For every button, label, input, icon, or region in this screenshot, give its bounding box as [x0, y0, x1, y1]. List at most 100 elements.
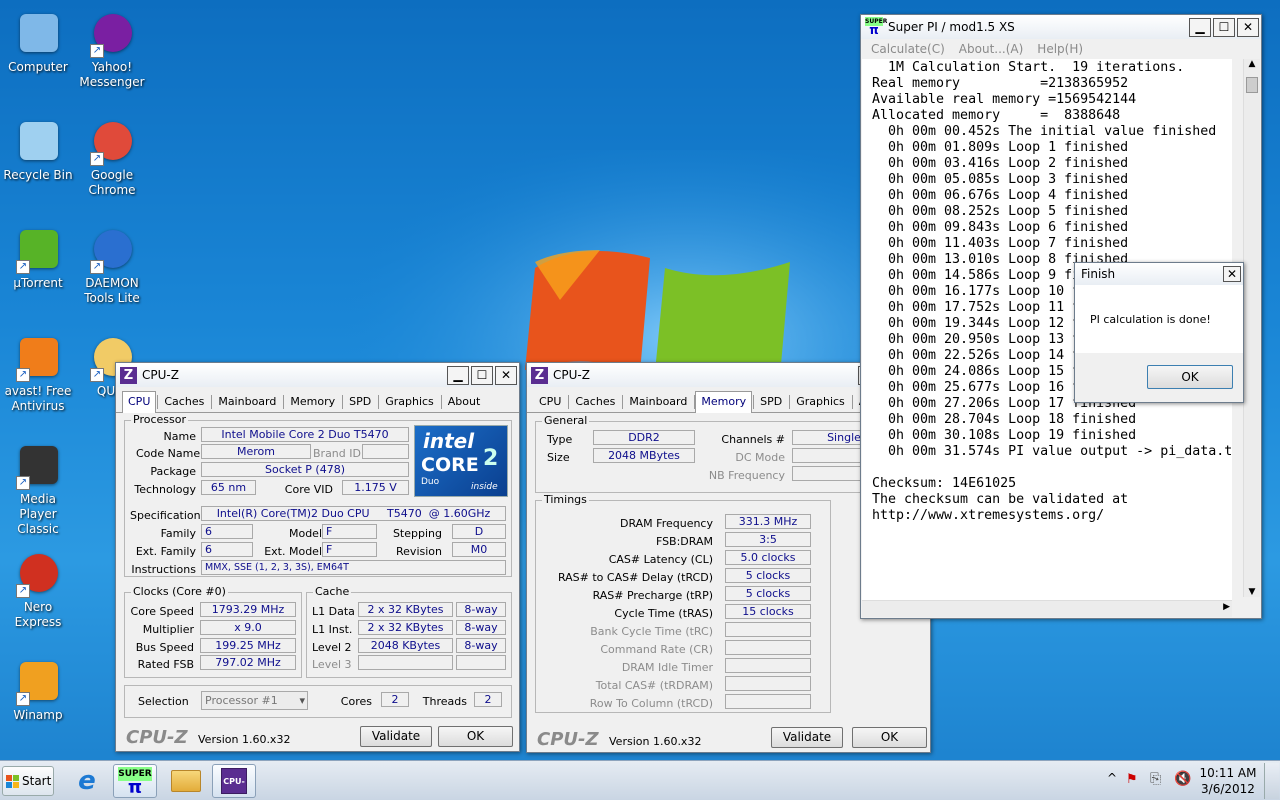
shortcut-arrow-icon: ↗ [16, 260, 30, 274]
desktop-shortcut-label: avast! Free Antivirus [4, 384, 72, 413]
desktop-shortcut[interactable]: ↗ avast! Free Antivirus [0, 334, 76, 414]
timing-label: DRAM Idle Timer [621, 661, 713, 674]
minimize-button[interactable]: ▁ [1189, 17, 1211, 37]
tray-overflow-icon[interactable]: ^ [1107, 771, 1117, 785]
action-center-icon[interactable]: ⎘ [1150, 771, 1161, 787]
console-line: 0h 00m 01.809s Loop 1 finished [872, 140, 1129, 155]
menu-item[interactable]: Calculate(C) [871, 39, 945, 59]
desktop-shortcut[interactable]: Computer [0, 10, 76, 75]
timing-value: 5 clocks [725, 568, 811, 583]
close-button[interactable]: ✕ [1223, 266, 1241, 282]
shortcut-arrow-icon: ↗ [90, 260, 104, 274]
close-button[interactable]: ✕ [1237, 17, 1259, 37]
timing-value [725, 676, 811, 691]
timing-value [725, 622, 811, 637]
scroll-right-icon[interactable]: ▶ [1223, 602, 1230, 612]
desktop-shortcut[interactable]: Recycle Bin [0, 118, 76, 183]
l2-label: Level 2 [312, 641, 352, 654]
group-label: Clocks (Core #0) [131, 585, 228, 598]
tab-about[interactable]: About [442, 391, 487, 412]
horizontal-scrollbar[interactable]: ▶ [862, 600, 1232, 617]
tab-spd[interactable]: SPD [754, 391, 788, 412]
desktop-shortcut[interactable]: ↗ µTorrent [0, 226, 76, 291]
tab-cpu[interactable]: CPU [533, 391, 567, 412]
desktop-shortcut[interactable]: ↗ DAEMON Tools Lite [74, 226, 150, 306]
desktop-shortcut-label: Winamp [13, 708, 63, 722]
desktop-shortcut[interactable]: ↗ Media Player Classic [0, 442, 76, 537]
l1i-assoc: 8-way [456, 620, 506, 635]
window-title: Super PI / mod1.5 XS [888, 20, 1015, 34]
shortcut-arrow-icon: ↗ [90, 152, 104, 166]
desktop-shortcut[interactable]: ↗ Nero Express [0, 550, 76, 630]
validate-button[interactable]: Validate [771, 727, 843, 748]
tab-caches[interactable]: Caches [569, 391, 621, 412]
start-label: Start [22, 774, 52, 788]
start-button[interactable]: Start [2, 766, 54, 796]
ok-button[interactable]: OK [1147, 365, 1233, 389]
tab-memory[interactable]: Memory [284, 391, 341, 412]
finish-titlebar[interactable]: Finish ✕ [1075, 263, 1243, 285]
tab-mainboard[interactable]: Mainboard [212, 391, 282, 412]
ok-button[interactable]: OK [438, 726, 513, 747]
maximize-button[interactable]: ☐ [471, 365, 493, 385]
window-title: CPU-Z [142, 368, 179, 382]
taskbar-file-explorer[interactable] [164, 764, 208, 798]
desktop-shortcut[interactable]: ↗ Yahoo! Messenger [74, 10, 150, 90]
group-label: Timings [542, 493, 589, 506]
tab-graphics[interactable]: Graphics [790, 391, 851, 412]
minimize-button[interactable]: ▁ [447, 365, 469, 385]
menu-item[interactable]: Help(H) [1037, 39, 1083, 59]
finish-dialog[interactable]: Finish ✕ PI calculation is done! OK [1074, 262, 1244, 403]
scroll-down-icon[interactable]: ▼ [1244, 587, 1260, 597]
shortcut-arrow-icon: ↗ [16, 584, 30, 598]
intel-core2-duo-logo: intel CORE 2 Duo inside [414, 425, 508, 497]
scroll-thumb[interactable] [1246, 77, 1258, 93]
menu-item[interactable]: About...(A) [959, 39, 1024, 59]
volume-muted-icon[interactable]: 🔇 [1174, 771, 1191, 787]
console-line: 0h 00m 28.704s Loop 18 finished [872, 412, 1137, 427]
validate-button[interactable]: Validate [360, 726, 432, 747]
cpuz-titlebar[interactable]: Z CPU-Z ▁ ☐ ✕ [116, 363, 519, 387]
superpi-titlebar[interactable]: SUPER π Super PI / mod1.5 XS ▁ ☐ ✕ [861, 15, 1261, 39]
size-label: Size [547, 451, 570, 464]
tab-mainboard[interactable]: Mainboard [623, 391, 693, 412]
timing-label: Bank Cycle Time (tRC) [590, 625, 713, 638]
timing-value: 331.3 MHz [725, 514, 811, 529]
cores-value: 2 [381, 692, 409, 707]
timing-label: FSB:DRAM [655, 535, 713, 548]
taskbar-superpi[interactable]: SUPER π [113, 764, 157, 798]
processor-select[interactable]: Processor #1 ▾ [201, 691, 308, 710]
l3-value [358, 655, 453, 670]
maximize-button[interactable]: ☐ [1213, 17, 1235, 37]
desktop-shortcut-label: Recycle Bin [3, 168, 73, 182]
memory-type-value: DDR2 [593, 430, 695, 445]
multiplier-value: x 9.0 [200, 620, 296, 635]
tab-graphics[interactable]: Graphics [379, 391, 440, 412]
shortcut-arrow-icon: ↗ [90, 44, 104, 58]
name-label: Name [163, 430, 196, 443]
timing-label: CAS# Latency (CL) [608, 553, 713, 566]
desktop-shortcut[interactable]: ↗ Winamp [0, 658, 76, 723]
ok-button[interactable]: OK [852, 727, 927, 748]
close-button[interactable]: ✕ [495, 365, 517, 385]
console-line: Allocated memory = 8388648 [872, 108, 1121, 123]
taskbar-cpuz[interactable]: CPU-Z [212, 764, 256, 798]
network-alert-icon[interactable]: ⚑ [1126, 772, 1138, 787]
system-clock[interactable]: 10:11 AM 3/6/2012 [1196, 765, 1260, 797]
tab-memory[interactable]: Memory [695, 391, 753, 413]
show-desktop-button[interactable] [1264, 763, 1279, 799]
spec-label: Specification [130, 509, 201, 522]
winamp-icon: ↗ [14, 658, 62, 706]
scroll-up-icon[interactable]: ▲ [1244, 59, 1260, 69]
tab-caches[interactable]: Caches [158, 391, 210, 412]
l3-label: Level 3 [312, 658, 352, 671]
tab-spd[interactable]: SPD [343, 391, 377, 412]
cpuz-window-cpu[interactable]: Z CPU-Z ▁ ☐ ✕ CPU Caches Mainboard Memory SP… [115, 362, 520, 752]
cpuz-app-icon: Z [531, 366, 548, 384]
taskbar-internet-explorer[interactable]: e [65, 764, 109, 798]
desktop-shortcut[interactable]: ↗ Google Chrome [74, 118, 150, 198]
group-label: General [542, 414, 590, 427]
tab-cpu[interactable]: CPU [122, 391, 157, 413]
selection-label: Selection [138, 695, 189, 708]
vertical-scrollbar[interactable]: ▲ ▼ [1243, 59, 1260, 597]
